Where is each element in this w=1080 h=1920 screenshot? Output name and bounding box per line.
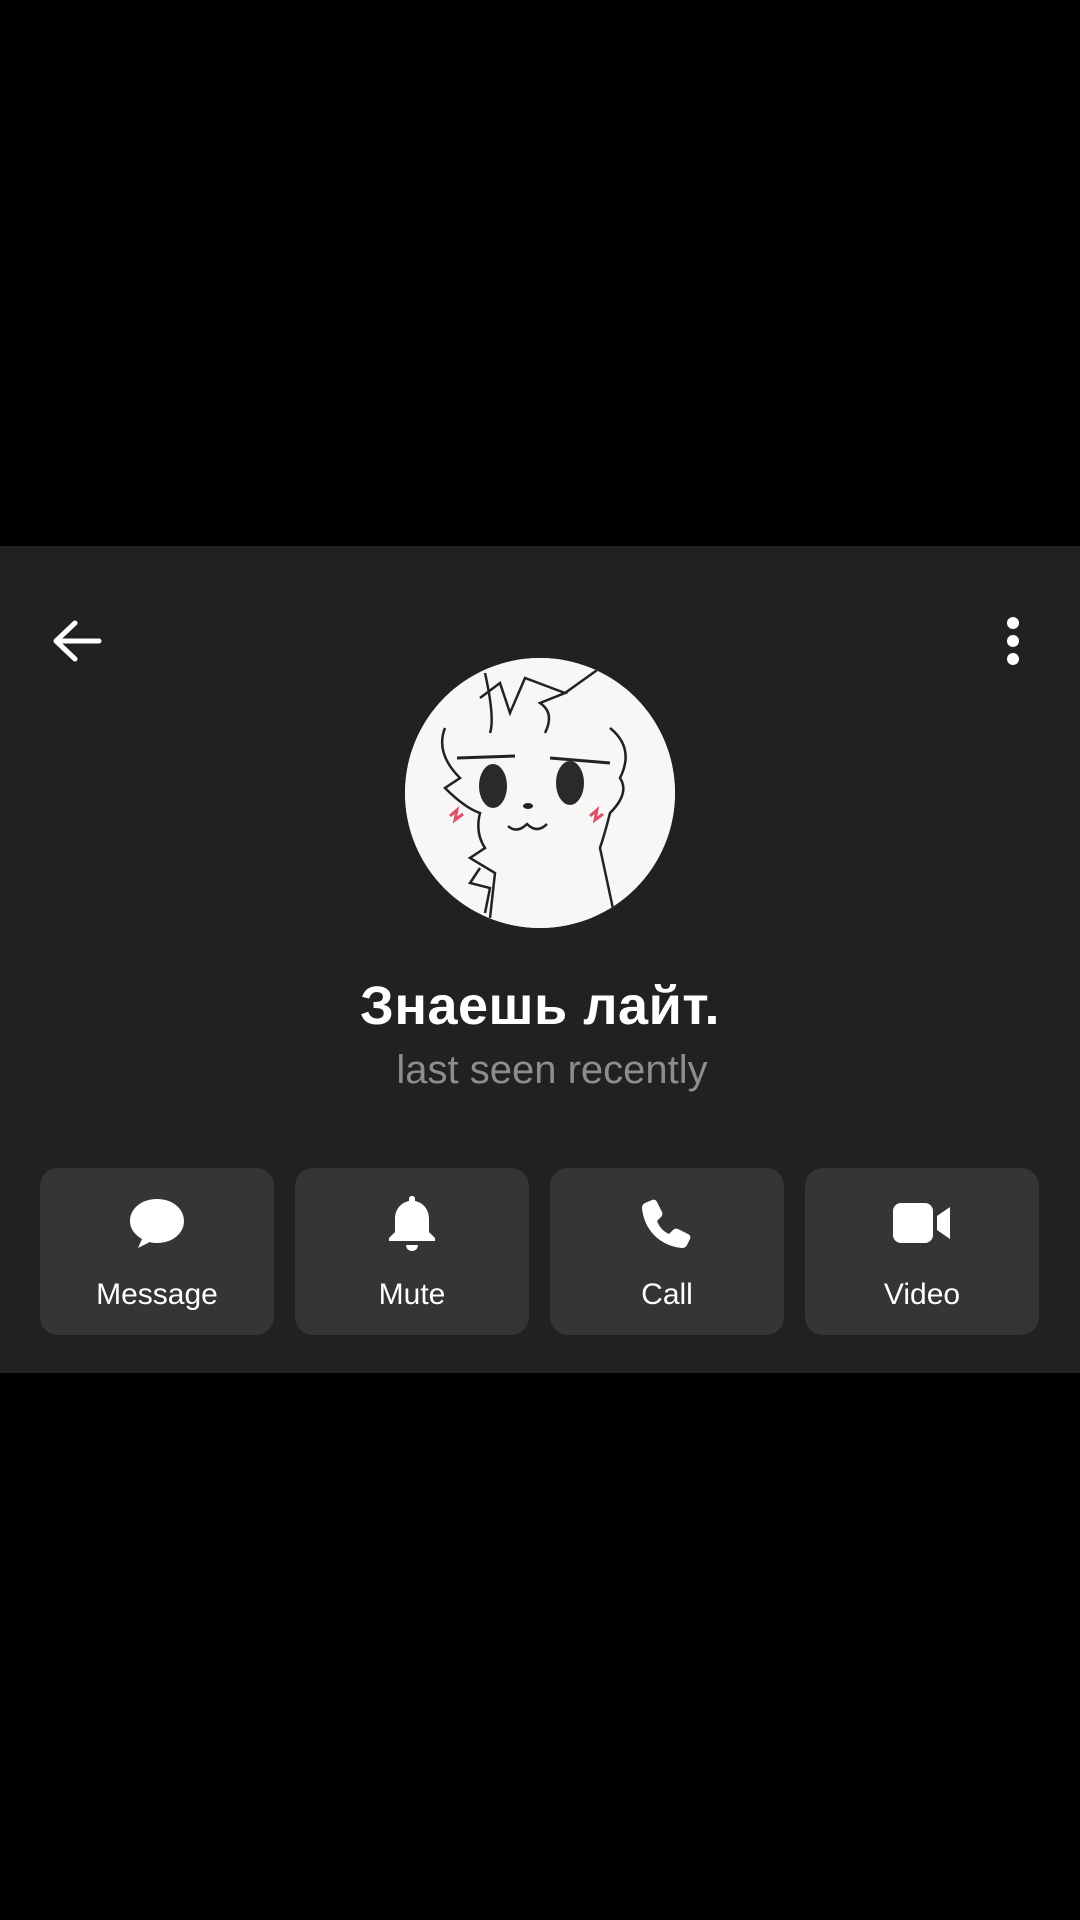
bell-icon bbox=[389, 1196, 435, 1251]
call-button[interactable]: Call bbox=[550, 1168, 784, 1335]
mute-button[interactable]: Mute bbox=[295, 1168, 529, 1335]
message-bubble-icon bbox=[130, 1199, 184, 1248]
back-button[interactable] bbox=[42, 606, 112, 676]
action-buttons: Message Mute Call Video bbox=[40, 1168, 1040, 1335]
cartoon-cat-avatar bbox=[405, 658, 675, 928]
phone-icon bbox=[642, 1199, 691, 1248]
mute-label: Mute bbox=[378, 1278, 446, 1311]
avatar[interactable] bbox=[405, 658, 675, 928]
contact-name: Знаешь лайт. bbox=[360, 976, 720, 1036]
last-seen-status: last seen recently bbox=[396, 1048, 708, 1092]
screen: Знаешь лайт. last seen recently Message … bbox=[0, 0, 1080, 1920]
video-button[interactable]: Video bbox=[805, 1168, 1039, 1335]
message-button[interactable]: Message bbox=[40, 1168, 274, 1335]
message-label: Message bbox=[96, 1278, 218, 1311]
arrow-left-icon bbox=[53, 620, 102, 662]
more-vertical-icon bbox=[1007, 617, 1019, 665]
video-label: Video bbox=[883, 1278, 961, 1311]
call-label: Call bbox=[641, 1278, 693, 1311]
video-camera-icon bbox=[893, 1203, 950, 1243]
more-options-button[interactable] bbox=[978, 606, 1048, 676]
